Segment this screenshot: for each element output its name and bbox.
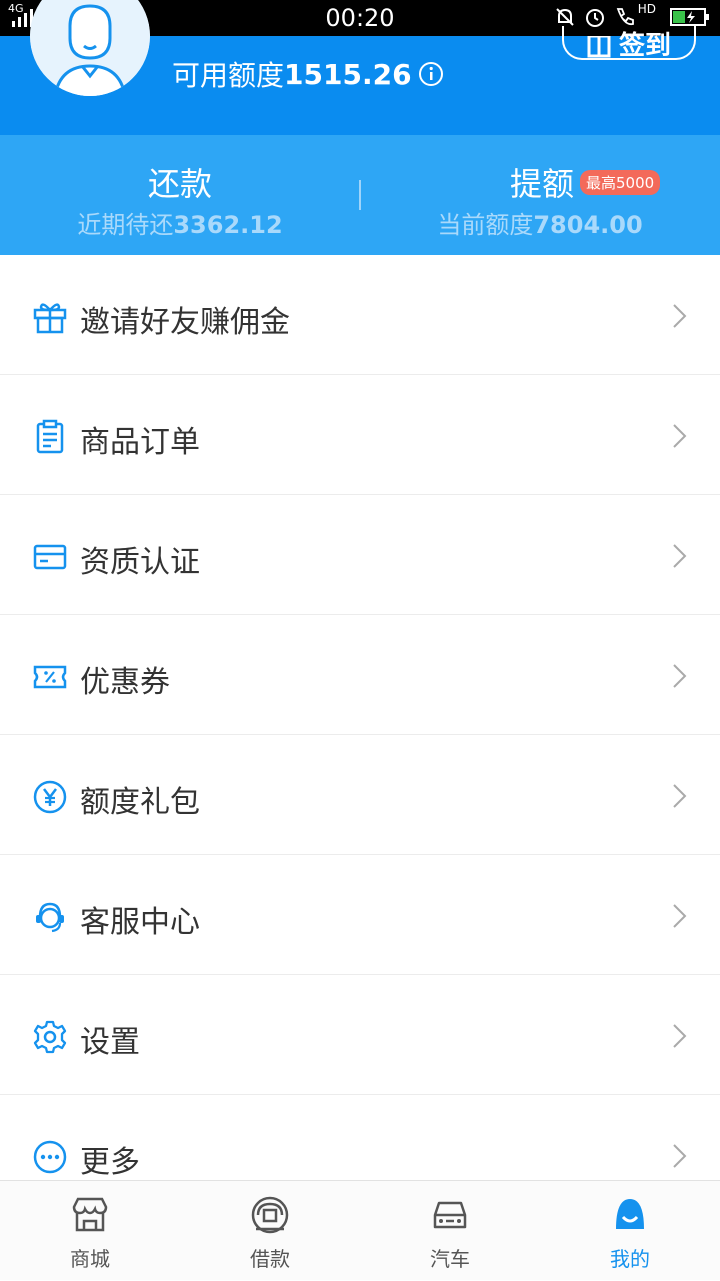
repay-title: 还款	[147, 165, 212, 203]
menu-item-label: 资质认证	[80, 545, 200, 580]
settings-icon	[33, 1020, 67, 1054]
raise-sub-value: 7804.00	[533, 211, 643, 239]
raise-sub-label: 当前额度	[437, 211, 534, 239]
chevron-right-icon	[673, 424, 687, 448]
repay-section[interactable]: 还款 近期待还3362.12	[0, 135, 360, 255]
raise-subtitle: 当前额度7804.00	[360, 205, 720, 240]
tab-label: 商城	[70, 1247, 110, 1271]
tab-label: 汽车	[430, 1247, 470, 1271]
car-icon	[433, 1201, 467, 1229]
profile-header: 可用额度 1515.26 签到	[0, 0, 720, 135]
credit-amount: 1515.26	[284, 57, 412, 91]
repay-subtitle: 近期待还3362.12	[0, 205, 360, 240]
battery-icon	[670, 8, 709, 26]
credit-label: 可用额度	[172, 59, 285, 92]
menu-item-label: 更多	[80, 1145, 140, 1180]
chevron-right-icon	[673, 904, 687, 928]
tab-loan[interactable]: 借款	[180, 1181, 360, 1281]
info-icon[interactable]	[418, 61, 444, 87]
chevron-right-icon	[673, 304, 687, 328]
menu-item-label: 设置	[80, 1025, 140, 1060]
max-badge: 最高5000	[580, 169, 661, 195]
raise-limit-section[interactable]: 提额 最高5000 当前额度7804.00	[360, 135, 720, 255]
stats-band: 还款 近期待还3362.12 提额 最高5000 当前额度7804.00	[0, 135, 720, 255]
gift-box-icon	[587, 36, 611, 58]
menu-item-verification[interactable]: 资质认证	[0, 495, 720, 615]
repay-sub-value: 3362.12	[173, 211, 283, 239]
menu-item-coupons[interactable]: 优惠券	[0, 615, 720, 735]
call-hd-icon	[616, 8, 634, 26]
hd-label: HD	[637, 2, 656, 16]
menu-list: 邀请好友赚佣金 商品订单 资质认证 优惠券 额度礼包 客服中心 设置 更多	[0, 255, 720, 1215]
chevron-right-icon	[673, 1024, 687, 1048]
headset-icon	[36, 902, 64, 933]
menu-item-label: 优惠券	[80, 665, 170, 700]
menu-item-credit-pack[interactable]: 额度礼包	[0, 735, 720, 855]
tab-profile[interactable]: 我的	[540, 1181, 720, 1281]
chevron-right-icon	[673, 784, 687, 808]
available-credit: 可用额度 1515.26	[172, 54, 444, 94]
chevron-right-icon	[673, 1144, 687, 1168]
clipboard-icon	[36, 419, 64, 454]
chevron-right-icon	[673, 544, 687, 568]
tab-label: 我的	[610, 1247, 650, 1271]
coupon-icon	[33, 665, 67, 689]
menu-item-label: 客服中心	[80, 905, 200, 940]
menu-item-label: 商品订单	[80, 425, 200, 460]
tab-label: 借款	[250, 1247, 290, 1271]
menu-item-service[interactable]: 客服中心	[0, 855, 720, 975]
menu-item-settings[interactable]: 设置	[0, 975, 720, 1095]
menu-item-invite[interactable]: 邀请好友赚佣金	[0, 255, 720, 375]
card-icon	[33, 544, 67, 570]
user-avatar-icon	[30, 0, 150, 96]
repay-sub-label: 近期待还	[77, 211, 174, 239]
more-icon	[33, 1140, 67, 1174]
signin-label: 签到	[618, 31, 671, 60]
menu-item-label: 额度礼包	[80, 785, 200, 820]
raise-title: 提额	[510, 165, 575, 203]
mute-bell-icon	[556, 8, 574, 26]
yen-icon	[33, 780, 67, 814]
gift-icon	[33, 303, 67, 334]
tab-car[interactable]: 汽车	[360, 1181, 540, 1281]
raise-title-row: 提额 最高5000	[510, 159, 661, 205]
menu-item-label: 邀请好友赚佣金	[80, 305, 290, 340]
alarm-icon	[585, 9, 604, 27]
chevron-right-icon	[673, 664, 687, 688]
menu-item-orders[interactable]: 商品订单	[0, 375, 720, 495]
profile-icon	[616, 1199, 644, 1229]
loan-icon	[251, 1196, 289, 1234]
avatar[interactable]	[30, 0, 150, 96]
signin-button[interactable]: 签到	[562, 26, 696, 60]
store-icon	[72, 1197, 108, 1232]
tab-store[interactable]: 商城	[0, 1181, 180, 1281]
bottom-tab-bar: 商城 借款 汽车 我的	[0, 1180, 720, 1280]
